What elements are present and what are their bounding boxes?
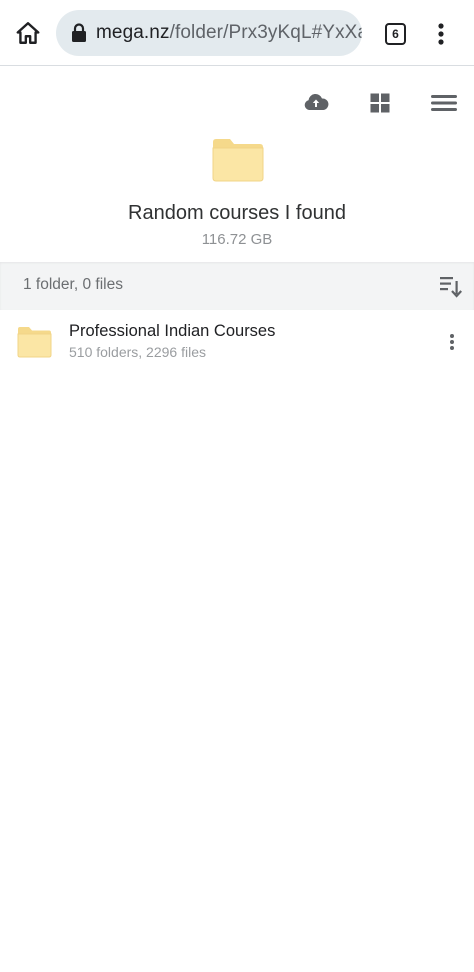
list-item[interactable]: Professional Indian Courses 510 folders,… xyxy=(0,311,474,373)
tab-count: 6 xyxy=(392,27,399,41)
more-vert-icon xyxy=(438,23,444,45)
address-bar[interactable]: mega.nz/folder/Prx3yKqL#YxXa xyxy=(56,10,362,56)
folder-title: Random courses I found xyxy=(128,202,346,224)
home-icon xyxy=(16,22,40,44)
grid-view-icon xyxy=(370,93,390,113)
hamburger-menu-icon xyxy=(431,95,457,111)
main-menu-button[interactable] xyxy=(429,91,459,115)
item-count-label: 1 folder, 0 files xyxy=(23,276,123,293)
folder-size: 116.72 GB xyxy=(201,231,273,248)
item-more-button[interactable] xyxy=(440,329,464,355)
grid-view-button[interactable] xyxy=(368,91,392,115)
tab-switcher-button[interactable]: 6 xyxy=(381,20,409,48)
more-vert-icon xyxy=(450,334,454,350)
url-path: /folder/Prx3yKqL#YxXa xyxy=(169,22,362,43)
folder-icon xyxy=(17,327,52,358)
tabs-icon: 6 xyxy=(385,23,406,45)
url-text: mega.nz/folder/Prx3yKqL#YxXa xyxy=(96,22,362,44)
browser-menu-button[interactable] xyxy=(430,20,452,48)
browser-toolbar: mega.nz/folder/Prx3yKqL#YxXa 6 xyxy=(0,0,474,66)
folder-icon xyxy=(212,139,264,182)
sort-icon xyxy=(440,277,463,298)
cloud-upload-button[interactable] xyxy=(302,90,330,114)
lock-icon xyxy=(72,23,86,42)
url-host: mega.nz xyxy=(96,22,170,43)
sort-button[interactable] xyxy=(438,274,463,298)
item-meta: 510 folders, 2296 files xyxy=(69,344,206,360)
cloud-upload-icon xyxy=(304,93,329,110)
item-name: Professional Indian Courses xyxy=(69,322,276,340)
home-button[interactable] xyxy=(10,14,46,52)
folder-summary-bar: 1 folder, 0 files xyxy=(0,262,474,310)
